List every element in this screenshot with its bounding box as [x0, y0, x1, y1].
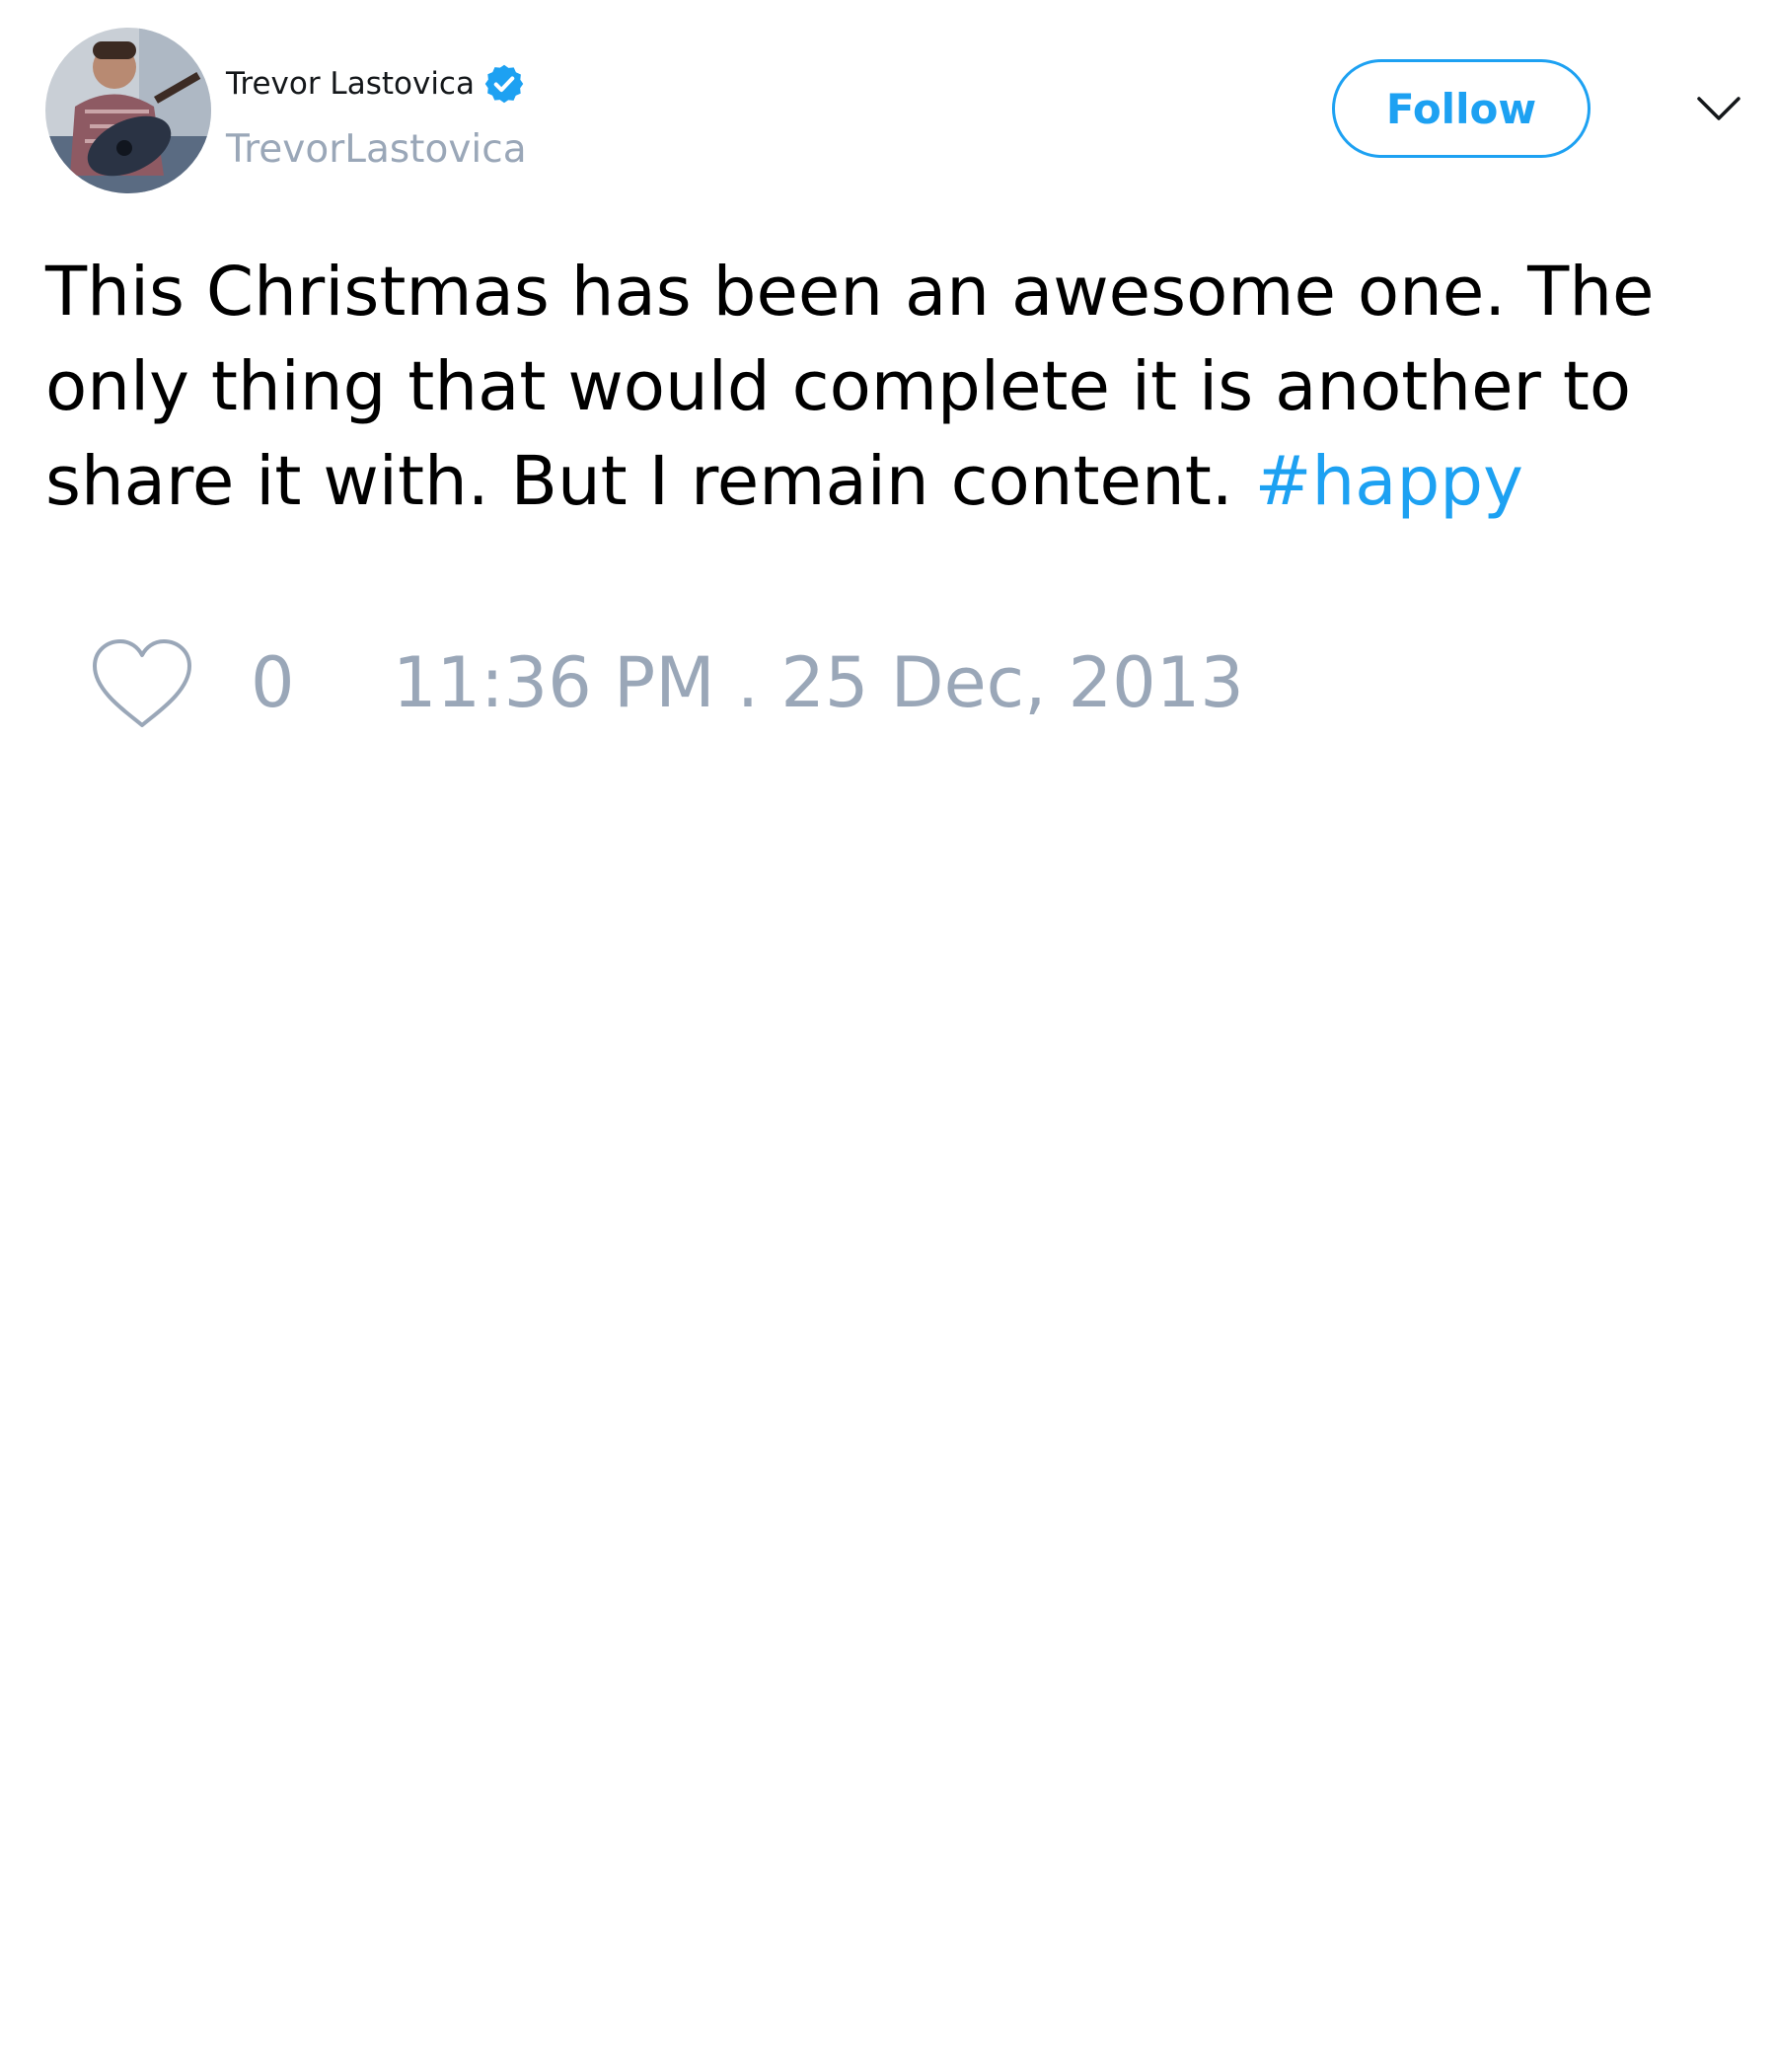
- avatar[interactable]: [45, 28, 211, 193]
- display-name[interactable]: Trevor Lastovica: [226, 59, 475, 109]
- hashtag-link[interactable]: #happy: [1255, 442, 1523, 521]
- heart-icon[interactable]: [89, 636, 195, 731]
- verified-badge-icon: [484, 64, 524, 104]
- tweet-text: This Christmas has been an awesome one. …: [45, 245, 1742, 529]
- chevron-down-icon[interactable]: [1695, 91, 1742, 126]
- tweet-timestamp[interactable]: 11:36 PM . 25 Dec, 2013: [393, 641, 1244, 724]
- avatar-photo: [45, 28, 211, 193]
- like-count: 0: [251, 642, 295, 723]
- display-name-row: Trevor Lastovica: [226, 59, 526, 109]
- user-handle[interactable]: TrevorLastovica: [226, 125, 527, 175]
- follow-button[interactable]: Follow: [1332, 59, 1591, 158]
